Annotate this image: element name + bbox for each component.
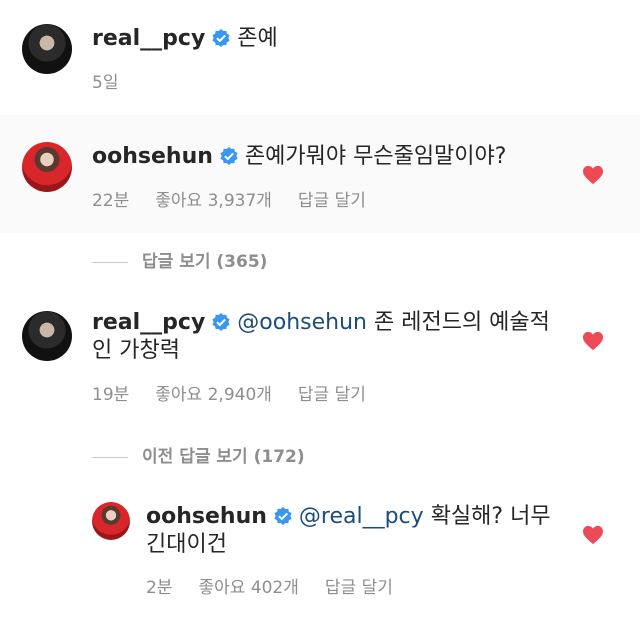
likes-count[interactable]: 좋아요 2,940개	[155, 385, 272, 405]
likes-count[interactable]: 좋아요 3,937개	[155, 191, 272, 211]
avatar[interactable]	[22, 311, 72, 361]
heart-icon[interactable]	[582, 525, 604, 545]
verified-badge-icon	[212, 313, 230, 331]
verified-badge-icon	[220, 147, 238, 165]
heart-icon[interactable]	[582, 331, 604, 351]
comment-text: 확실해? 너무	[430, 504, 551, 529]
view-replies-label: 답글 보기 (365)	[142, 252, 268, 272]
timestamp: 2분	[146, 578, 173, 598]
username[interactable]: real__pcy	[92, 310, 205, 335]
divider-line	[92, 456, 128, 458]
comment-text: 존예가뭐야 무슨줄임말이야?	[244, 144, 507, 169]
comment-text: 존 레전드의 예술적	[374, 310, 550, 335]
timestamp: 19분	[92, 385, 130, 405]
previous-replies-toggle[interactable]: 이전 답글 보기 (172)	[92, 442, 305, 467]
mention-link[interactable]: @real__pcy	[299, 504, 424, 529]
likes-count[interactable]: 좋아요 402개	[198, 578, 298, 598]
verified-badge-icon	[212, 29, 230, 47]
highlighted-comment-background	[0, 115, 640, 233]
comment-text-continued: 인 가창력	[92, 338, 180, 363]
mention-link[interactable]: @oohsehun	[237, 310, 367, 335]
previous-replies-label: 이전 답글 보기 (172)	[142, 447, 305, 467]
avatar[interactable]	[92, 502, 130, 540]
avatar[interactable]	[22, 24, 72, 74]
divider-line	[92, 261, 128, 263]
comment-text-continued: 긴대이건	[146, 532, 227, 557]
reply-button[interactable]: 답글 달기	[298, 191, 366, 211]
heart-icon[interactable]	[582, 165, 604, 185]
caption-text: 존예	[237, 26, 278, 51]
username[interactable]: oohsehun	[92, 144, 213, 169]
view-replies-toggle[interactable]: 답글 보기 (365)	[92, 247, 267, 272]
username[interactable]: oohsehun	[146, 504, 267, 529]
timestamp: 5일	[92, 73, 119, 93]
username[interactable]: real__pcy	[92, 26, 205, 51]
avatar[interactable]	[22, 142, 72, 192]
timestamp: 22분	[92, 191, 130, 211]
reply-button[interactable]: 답글 달기	[325, 578, 393, 598]
verified-badge-icon	[274, 507, 292, 525]
reply-button[interactable]: 답글 달기	[298, 385, 366, 405]
